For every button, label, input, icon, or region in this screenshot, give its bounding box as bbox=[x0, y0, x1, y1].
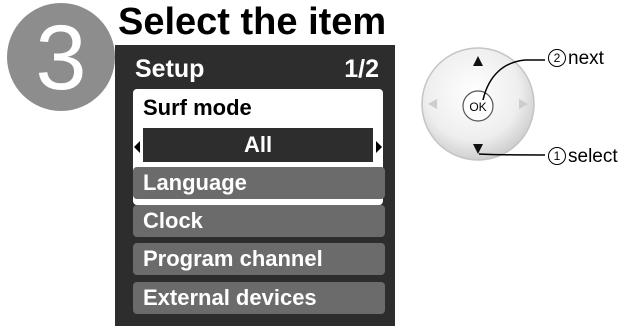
selected-item-value[interactable]: All bbox=[143, 128, 373, 162]
select-label-text: select bbox=[568, 146, 618, 167]
number-2-icon: 2 bbox=[548, 49, 566, 67]
setup-menu: Setup 1/2 Surf mode All Language Clock P… bbox=[115, 45, 395, 326]
menu-page-indicator: 1/2 bbox=[344, 55, 379, 83]
remote-dpad: OK bbox=[421, 47, 546, 161]
left-arrow-icon[interactable] bbox=[134, 141, 140, 153]
next-label: 2 next bbox=[548, 48, 604, 70]
menu-item-clock[interactable]: Clock bbox=[133, 205, 385, 237]
select-callout-line bbox=[478, 153, 546, 156]
menu-item-external-devices[interactable]: External devices bbox=[133, 282, 385, 314]
step-number: 3 bbox=[35, 7, 87, 109]
step-number-badge: 3 bbox=[7, 3, 115, 111]
number-1-icon: 1 bbox=[548, 147, 566, 165]
selected-item-label: Surf mode bbox=[143, 95, 252, 120]
menu-title: Setup bbox=[135, 55, 205, 83]
select-label: 1 select bbox=[548, 146, 618, 168]
ok-button-label: OK bbox=[469, 100, 486, 114]
next-label-text: next bbox=[568, 48, 604, 69]
menu-item-program-channel[interactable]: Program channel bbox=[133, 243, 385, 275]
step-title: Select the item bbox=[118, 1, 387, 43]
menu-header: Setup 1/2 bbox=[115, 45, 395, 89]
right-arrow-icon[interactable] bbox=[376, 141, 382, 153]
menu-item-language[interactable]: Language bbox=[133, 167, 385, 199]
